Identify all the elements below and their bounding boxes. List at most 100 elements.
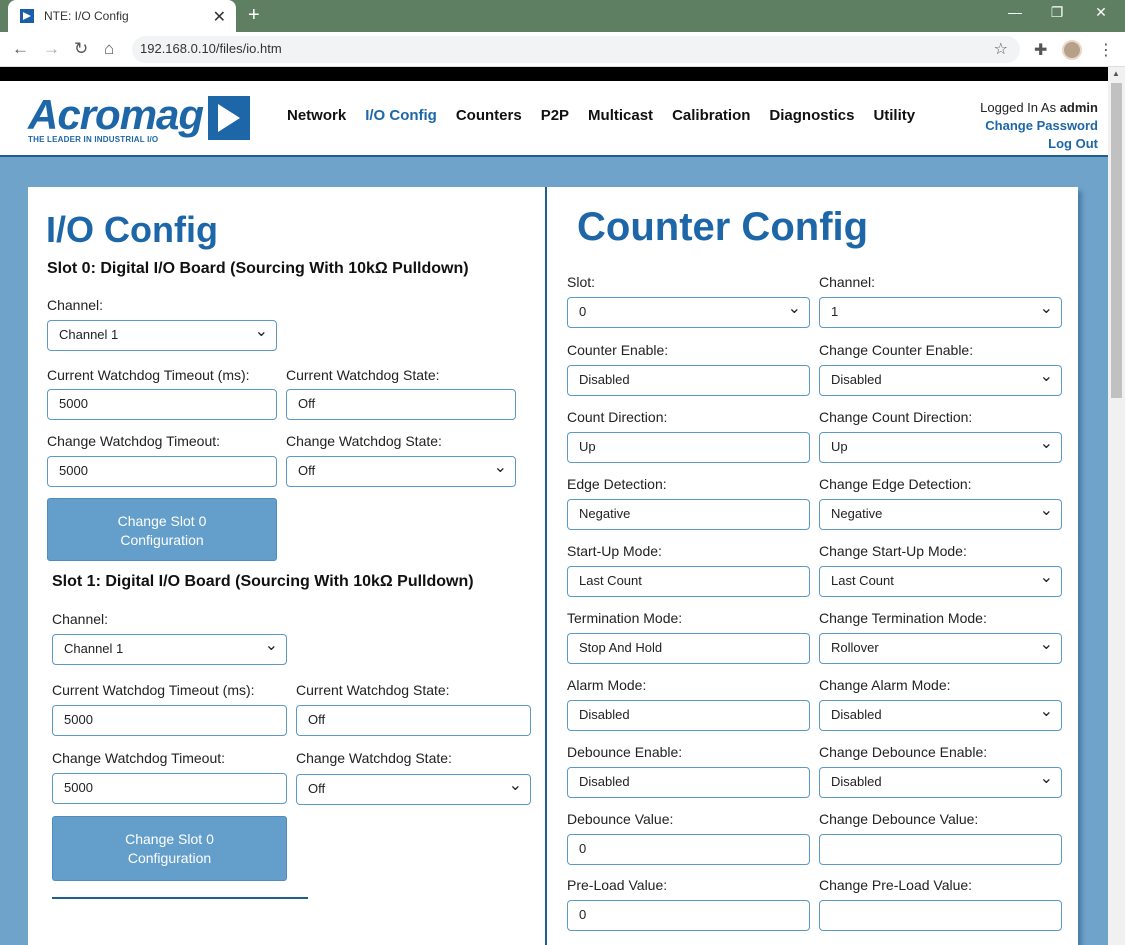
slot0-current-state-value: Off xyxy=(298,396,316,411)
change-termination-mode-select[interactable]: Rollover xyxy=(819,633,1062,664)
count-direction-label: Count Direction: xyxy=(567,409,668,425)
scroll-up-icon[interactable]: ▲ xyxy=(1112,69,1120,78)
change-debounce-enable-select[interactable]: Disabled xyxy=(819,767,1062,798)
startup-mode-field: Last Count xyxy=(567,566,810,597)
nav-counters[interactable]: Counters xyxy=(456,107,522,124)
slot0-current-timeout-label: Current Watchdog Timeout (ms): xyxy=(47,367,250,383)
change-alarm-mode-label: Change Alarm Mode: xyxy=(819,677,951,693)
user-box: Logged In As admin Change Password Log O… xyxy=(980,99,1098,153)
slot0-current-timeout-field: 5000 xyxy=(47,389,277,420)
change-password-link[interactable]: Change Password xyxy=(980,117,1098,135)
browser-toolbar: ← → ↻ ⌂ 192.168.0.10/files/io.htm ☆ ✚ ⋮ xyxy=(0,32,1125,67)
change-alarm-mode-select[interactable]: Disabled xyxy=(819,700,1062,731)
window-close-icon[interactable]: ✕ xyxy=(1086,4,1116,21)
slot0-change-timeout-input[interactable]: 5000 xyxy=(47,456,277,487)
slot0-change-state-value: Off xyxy=(298,463,316,478)
browser-tabstrip: NTE: I/O Config ✕ + — ❐ ✕ xyxy=(0,0,1125,32)
home-icon[interactable]: ⌂ xyxy=(104,39,114,59)
change-preload-value-input[interactable] xyxy=(819,900,1062,931)
nav-p2p[interactable]: P2P xyxy=(541,107,569,124)
page-scrollbar[interactable]: ▲ xyxy=(1108,67,1125,945)
logo-wordmark: Acromag xyxy=(28,91,204,138)
change-debounce-enable-value: Disabled xyxy=(831,774,882,789)
slot0-change-state-label: Change Watchdog State: xyxy=(286,433,442,449)
change-slot1-config-button[interactable]: Change Slot 0 Configuration xyxy=(52,816,287,881)
profile-avatar[interactable] xyxy=(1062,40,1082,60)
counter-enable-value: Disabled xyxy=(579,372,630,387)
username: admin xyxy=(1059,100,1098,115)
slot1-change-state-select[interactable]: Off xyxy=(296,774,531,805)
change-termination-mode-value: Rollover xyxy=(831,640,879,655)
preload-value-value: 0 xyxy=(579,907,587,922)
slot1-current-timeout-label: Current Watchdog Timeout (ms): xyxy=(52,682,255,698)
slot0-channel-label: Channel: xyxy=(47,297,104,313)
io-config-title: I/O Config xyxy=(46,209,218,250)
slot0-button-line2: Configuration xyxy=(120,532,204,548)
browser-tab[interactable]: NTE: I/O Config ✕ xyxy=(8,0,236,32)
browser-menu-icon[interactable]: ⋮ xyxy=(1098,40,1114,60)
acromag-logo[interactable]: Acromag THE LEADER IN INDUSTRIAL I/O xyxy=(28,91,250,144)
slot0-current-timeout-value: 5000 xyxy=(59,396,88,411)
address-bar[interactable]: 192.168.0.10/files/io.htm ☆ xyxy=(132,36,1020,63)
reload-icon[interactable]: ↻ xyxy=(74,39,88,59)
count-direction-value: Up xyxy=(579,439,596,454)
slot0-button-line1: Change Slot 0 xyxy=(117,513,207,529)
log-out-link[interactable]: Log Out xyxy=(980,135,1098,153)
slot1-change-state-label: Change Watchdog State: xyxy=(296,750,452,766)
counter-slot-select[interactable]: 0 xyxy=(567,297,810,328)
nav-network[interactable]: Network xyxy=(287,107,346,124)
slot1-channel-select[interactable]: Channel 1 xyxy=(52,634,287,665)
tab-close-icon[interactable]: ✕ xyxy=(213,7,226,27)
nav-io-config[interactable]: I/O Config xyxy=(365,107,437,124)
back-arrow-icon[interactable]: ← xyxy=(12,39,29,59)
change-preload-value-label: Change Pre-Load Value: xyxy=(819,877,973,893)
change-edge-detection-select[interactable]: Negative xyxy=(819,499,1062,530)
preload-value-field: 0 xyxy=(567,900,810,931)
termination-mode-field: Stop And Hold xyxy=(567,633,810,664)
change-slot0-config-button[interactable]: Change Slot 0 Configuration xyxy=(47,498,277,561)
change-debounce-enable-label: Change Debounce Enable: xyxy=(819,744,988,760)
change-termination-mode-label: Change Termination Mode: xyxy=(819,610,987,626)
counter-slot-value: 0 xyxy=(579,304,587,319)
counter-channel-select[interactable]: 1 xyxy=(819,297,1062,328)
slot1-change-timeout-input[interactable]: 5000 xyxy=(52,773,287,804)
counter-enable-field: Disabled xyxy=(567,365,810,396)
nav-calibration[interactable]: Calibration xyxy=(672,107,750,124)
nav-multicast[interactable]: Multicast xyxy=(588,107,653,124)
slot0-current-state-field: Off xyxy=(286,389,516,420)
change-count-direction-select[interactable]: Up xyxy=(819,432,1062,463)
extensions-puzzle-icon[interactable]: ✚ xyxy=(1034,40,1047,60)
slot1-change-timeout-value: 5000 xyxy=(64,780,93,795)
change-startup-mode-select[interactable]: Last Count xyxy=(819,566,1062,597)
slot1-current-state-value: Off xyxy=(308,712,326,727)
alarm-mode-field: Disabled xyxy=(567,700,810,731)
debounce-enable-value: Disabled xyxy=(579,774,630,789)
tab-title: NTE: I/O Config xyxy=(44,9,129,23)
slot1-change-timeout-label: Change Watchdog Timeout: xyxy=(52,750,226,766)
edge-detection-label: Edge Detection: xyxy=(567,476,667,492)
minimize-icon[interactable]: — xyxy=(1000,4,1030,20)
counter-config-title: Counter Config xyxy=(577,205,869,249)
slot1-channel-value: Channel 1 xyxy=(64,641,124,656)
change-debounce-value-input[interactable] xyxy=(819,834,1062,865)
nav-diagnostics[interactable]: Diagnostics xyxy=(769,107,854,124)
bookmark-star-icon[interactable]: ☆ xyxy=(994,39,1008,59)
startup-mode-value: Last Count xyxy=(579,573,642,588)
slot0-change-state-select[interactable]: Off xyxy=(286,456,516,487)
scrollbar-thumb[interactable] xyxy=(1111,83,1122,398)
restore-icon[interactable]: ❐ xyxy=(1042,4,1072,21)
forward-arrow-icon[interactable]: → xyxy=(43,39,60,59)
io-config-panel: I/O Config Slot 0: Digital I/O Board (So… xyxy=(28,187,546,945)
slot0-title: Slot 0: Digital I/O Board (Sourcing With… xyxy=(47,260,469,277)
change-counter-enable-select[interactable]: Disabled xyxy=(819,365,1062,396)
nav-utility[interactable]: Utility xyxy=(873,107,915,124)
slot1-current-state-field: Off xyxy=(296,705,531,736)
change-debounce-value-label: Change Debounce Value: xyxy=(819,811,979,827)
counter-channel-value: 1 xyxy=(831,304,839,319)
edge-detection-field: Negative xyxy=(567,499,810,530)
slot-label: Slot: xyxy=(567,274,596,290)
alarm-mode-value: Disabled xyxy=(579,707,630,722)
slot0-channel-select[interactable]: Channel 1 xyxy=(47,320,277,351)
slot1-change-state-value: Off xyxy=(308,781,326,796)
new-tab-icon[interactable]: + xyxy=(248,4,260,27)
